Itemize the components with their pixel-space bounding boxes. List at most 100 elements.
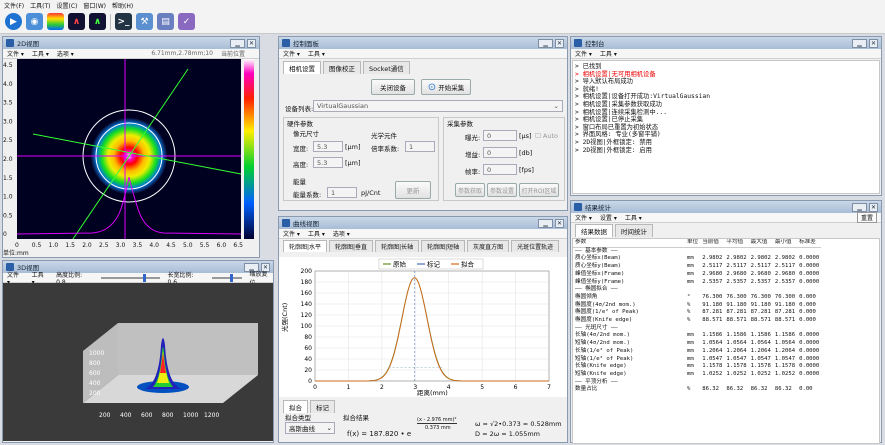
- menu-settings[interactable]: 设置(C): [57, 1, 78, 10]
- table-row[interactable]: 数量占比% 86.32 86.32 86.32 86.32 0.00: [573, 386, 821, 394]
- minimize-button[interactable]: ▁: [852, 202, 867, 212]
- open-roi-button[interactable]: 打开ROI区域: [519, 183, 559, 197]
- update-button[interactable]: 更新: [395, 181, 431, 199]
- device-select[interactable]: VirtualGaussian ⌄: [313, 100, 563, 112]
- tab-result-data[interactable]: 结果数据: [575, 224, 613, 237]
- menu-tools[interactable]: 工具 ▾: [625, 213, 642, 222]
- menu-file[interactable]: 文件 ▾: [7, 49, 24, 58]
- table-row[interactable]: 长轴(4σ/2nd mom.) mm 1.1586 1.1586 1.1586 1.158…: [573, 332, 821, 340]
- tab-mark[interactable]: 标记: [310, 400, 335, 413]
- menu-tools[interactable]: 工具 ▾: [308, 229, 325, 238]
- x-tick-label: 800: [162, 412, 174, 419]
- column-header[interactable]: 最小值: [772, 239, 798, 248]
- table-row[interactable]: —— 平顶分析 ——: [573, 379, 821, 387]
- menu-file[interactable]: 文件 ▾: [283, 49, 300, 58]
- tab-minor-axis[interactable]: 轮廓图|短轴: [421, 240, 466, 252]
- close-button[interactable]: ✕: [869, 38, 878, 48]
- table-row[interactable]: 椭圆度(Knife edge)% 88.571 88.571 88.571 88.571…: [573, 317, 821, 325]
- table-row[interactable]: 椭圆度(1/e² of Peak)% 87.281 87.281 87.281 87.2…: [573, 309, 821, 317]
- table-cell: 1.1586: [774, 332, 796, 339]
- set-params-button[interactable]: 参数设置: [487, 183, 517, 197]
- fps-field[interactable]: 0: [483, 164, 517, 175]
- table-row[interactable]: —— 椭圆拟合 ——: [573, 286, 821, 294]
- table-row[interactable]: 短轴(Knife edge) mm 1.0252 1.0252 1.0252 1.0252…: [573, 371, 821, 379]
- table-row[interactable]: 长轴(Knife edge) mm 1.1578 1.1578 1.1578 1.1578…: [573, 363, 821, 371]
- gain-field[interactable]: 0: [483, 147, 517, 158]
- close-device-button[interactable]: 关闭设备: [371, 79, 415, 95]
- auto-checkbox[interactable]: ☐ Auto: [535, 132, 558, 140]
- tab-vertical[interactable]: 轮廓图|垂直: [329, 240, 374, 252]
- fit-type-select[interactable]: 高斯曲线 ⌄: [285, 422, 335, 434]
- beam-3d-plot[interactable]: 1000 800 600 400 200 200 400 600 800 1000 1200: [3, 283, 273, 441]
- y-tick-label: 2.5: [3, 137, 13, 144]
- camera-icon[interactable]: ◉: [26, 13, 43, 30]
- menu-settings[interactable]: 设置 ▾: [600, 213, 617, 222]
- tab-histogram[interactable]: 灰度直方图: [467, 240, 510, 252]
- color-map-icon[interactable]: [47, 13, 64, 30]
- tab-major-axis[interactable]: 轮廓图|长轴: [375, 240, 420, 252]
- menu-file[interactable]: 文件 ▾: [283, 229, 300, 238]
- energy-coef-field[interactable]: 1: [327, 187, 357, 198]
- height-ratio-slider[interactable]: [100, 273, 160, 282]
- menu-window[interactable]: 窗口(W): [83, 1, 106, 10]
- close-button[interactable]: ✕: [869, 202, 878, 212]
- checkbox-icon[interactable]: ✓: [178, 13, 195, 30]
- play-icon[interactable]: ▶: [5, 13, 22, 30]
- minimize-button[interactable]: ▁: [852, 38, 867, 48]
- table-row[interactable]: 长轴(1/e² of Peak) mm 1.2064 1.2064 1.2064 1.20…: [573, 348, 821, 356]
- menu-tools[interactable]: 工具 ▾: [600, 49, 617, 58]
- minimize-button[interactable]: ▁: [538, 218, 553, 228]
- close-button[interactable]: ✕: [555, 218, 564, 228]
- menu-file[interactable]: 文件 ▾: [575, 49, 592, 58]
- minimize-button[interactable]: ▁: [538, 38, 553, 48]
- column-header[interactable]: 参数: [573, 239, 685, 248]
- column-header[interactable]: 当前值: [700, 239, 725, 248]
- close-button[interactable]: ✕: [555, 38, 564, 48]
- menu-tools[interactable]: 工具 ▾: [308, 49, 325, 58]
- menu-options[interactable]: 选项 ▾: [57, 49, 74, 58]
- profile-curve-icon[interactable]: ∧: [68, 13, 85, 30]
- legend-label: 原始: [393, 260, 407, 269]
- magnification-field[interactable]: 1: [405, 141, 435, 152]
- reset-button[interactable]: 重置: [856, 212, 877, 223]
- beam-2d-plot[interactable]: 4.5 4.0 3.5 3.0 2.5 2.0 1.5 1.0 0.5 0 0 0.5 1.0 1.5 2…: [3, 59, 259, 257]
- console-log[interactable]: > 已找到 > 相机设置|无可用相机设备 > 导入默认布局成功 > 就绪! > 相机设置…: [572, 60, 880, 194]
- tab-image-correction[interactable]: 图像校正: [323, 61, 361, 74]
- table-row[interactable]: 质心坐标x(Beam) mm 2.9802 2.9802 2.9802 2.9802 0.0…: [573, 255, 821, 263]
- tab-trajectory[interactable]: 光斑位置轨迹: [511, 240, 560, 252]
- statistics-icon[interactable]: ▤: [157, 13, 174, 30]
- exposure-field[interactable]: 0: [483, 130, 517, 141]
- statistics-table-container[interactable]: 参数 单位 当前值 平均值 最大值 最小值 标准差 —— 基本参数 —— 质心坐标x(Beam)…: [572, 238, 880, 444]
- tab-socket[interactable]: Socket通信: [363, 61, 410, 74]
- menu-file[interactable]: 文件 ▾: [575, 213, 592, 222]
- table-cell: [773, 247, 797, 255]
- aspect-ratio-slider[interactable]: [212, 273, 242, 282]
- menu-options[interactable]: 选项 ▾: [333, 229, 350, 238]
- minimize-button[interactable]: ▁: [230, 38, 245, 48]
- table-row[interactable]: 短轴(4σ/2nd mom.) mm 1.0564 1.0564 1.0564 1.056…: [573, 340, 821, 348]
- menu-file[interactable]: 文件(F): [4, 1, 24, 10]
- get-params-button[interactable]: 参数获取: [455, 183, 485, 197]
- console-icon[interactable]: >_: [115, 13, 132, 30]
- fit-curve-icon[interactable]: ∧: [89, 13, 106, 30]
- tab-horizontal[interactable]: 轮廓图|水平: [283, 240, 328, 252]
- wrench-icon[interactable]: ⚒: [136, 13, 153, 30]
- tab-camera-settings[interactable]: 相机设置: [283, 61, 321, 74]
- height-field[interactable]: 5.3: [313, 157, 343, 168]
- menu-tools[interactable]: 工具(T): [30, 1, 50, 10]
- menu-help[interactable]: 帮助(H): [112, 1, 133, 10]
- tab-time-stats[interactable]: 时间统计: [615, 224, 653, 237]
- table-row[interactable]: 质心坐标y(Beam) mm 2.5117 2.5117 2.5117 2.5117 0.0…: [573, 263, 821, 271]
- column-header[interactable]: 单位: [685, 239, 701, 248]
- column-header[interactable]: 标准差: [797, 239, 822, 248]
- column-header[interactable]: 平均值: [724, 239, 749, 248]
- table-row[interactable]: 椭圆倾角 ° 76.300 76.300 76.300 76.300 0.000: [573, 294, 821, 302]
- menu-tools[interactable]: 工具 ▾: [32, 49, 49, 58]
- table-row[interactable]: 峰值坐标x(Frame) mm 2.9680 2.9680 2.9680 2.9680 0.…: [573, 271, 821, 279]
- profile-chart[interactable]: 原始 标记 拟合 光强(Cnt) 距离(mm) 020406080100120140…: [279, 257, 567, 397]
- console-title: 控制台: [585, 40, 605, 48]
- start-acquisition-button[interactable]: ⊙ 开始采集: [421, 79, 471, 95]
- width-field[interactable]: 5.3: [313, 141, 343, 152]
- close-button[interactable]: ✕: [247, 38, 256, 48]
- column-header[interactable]: 最大值: [748, 239, 773, 248]
